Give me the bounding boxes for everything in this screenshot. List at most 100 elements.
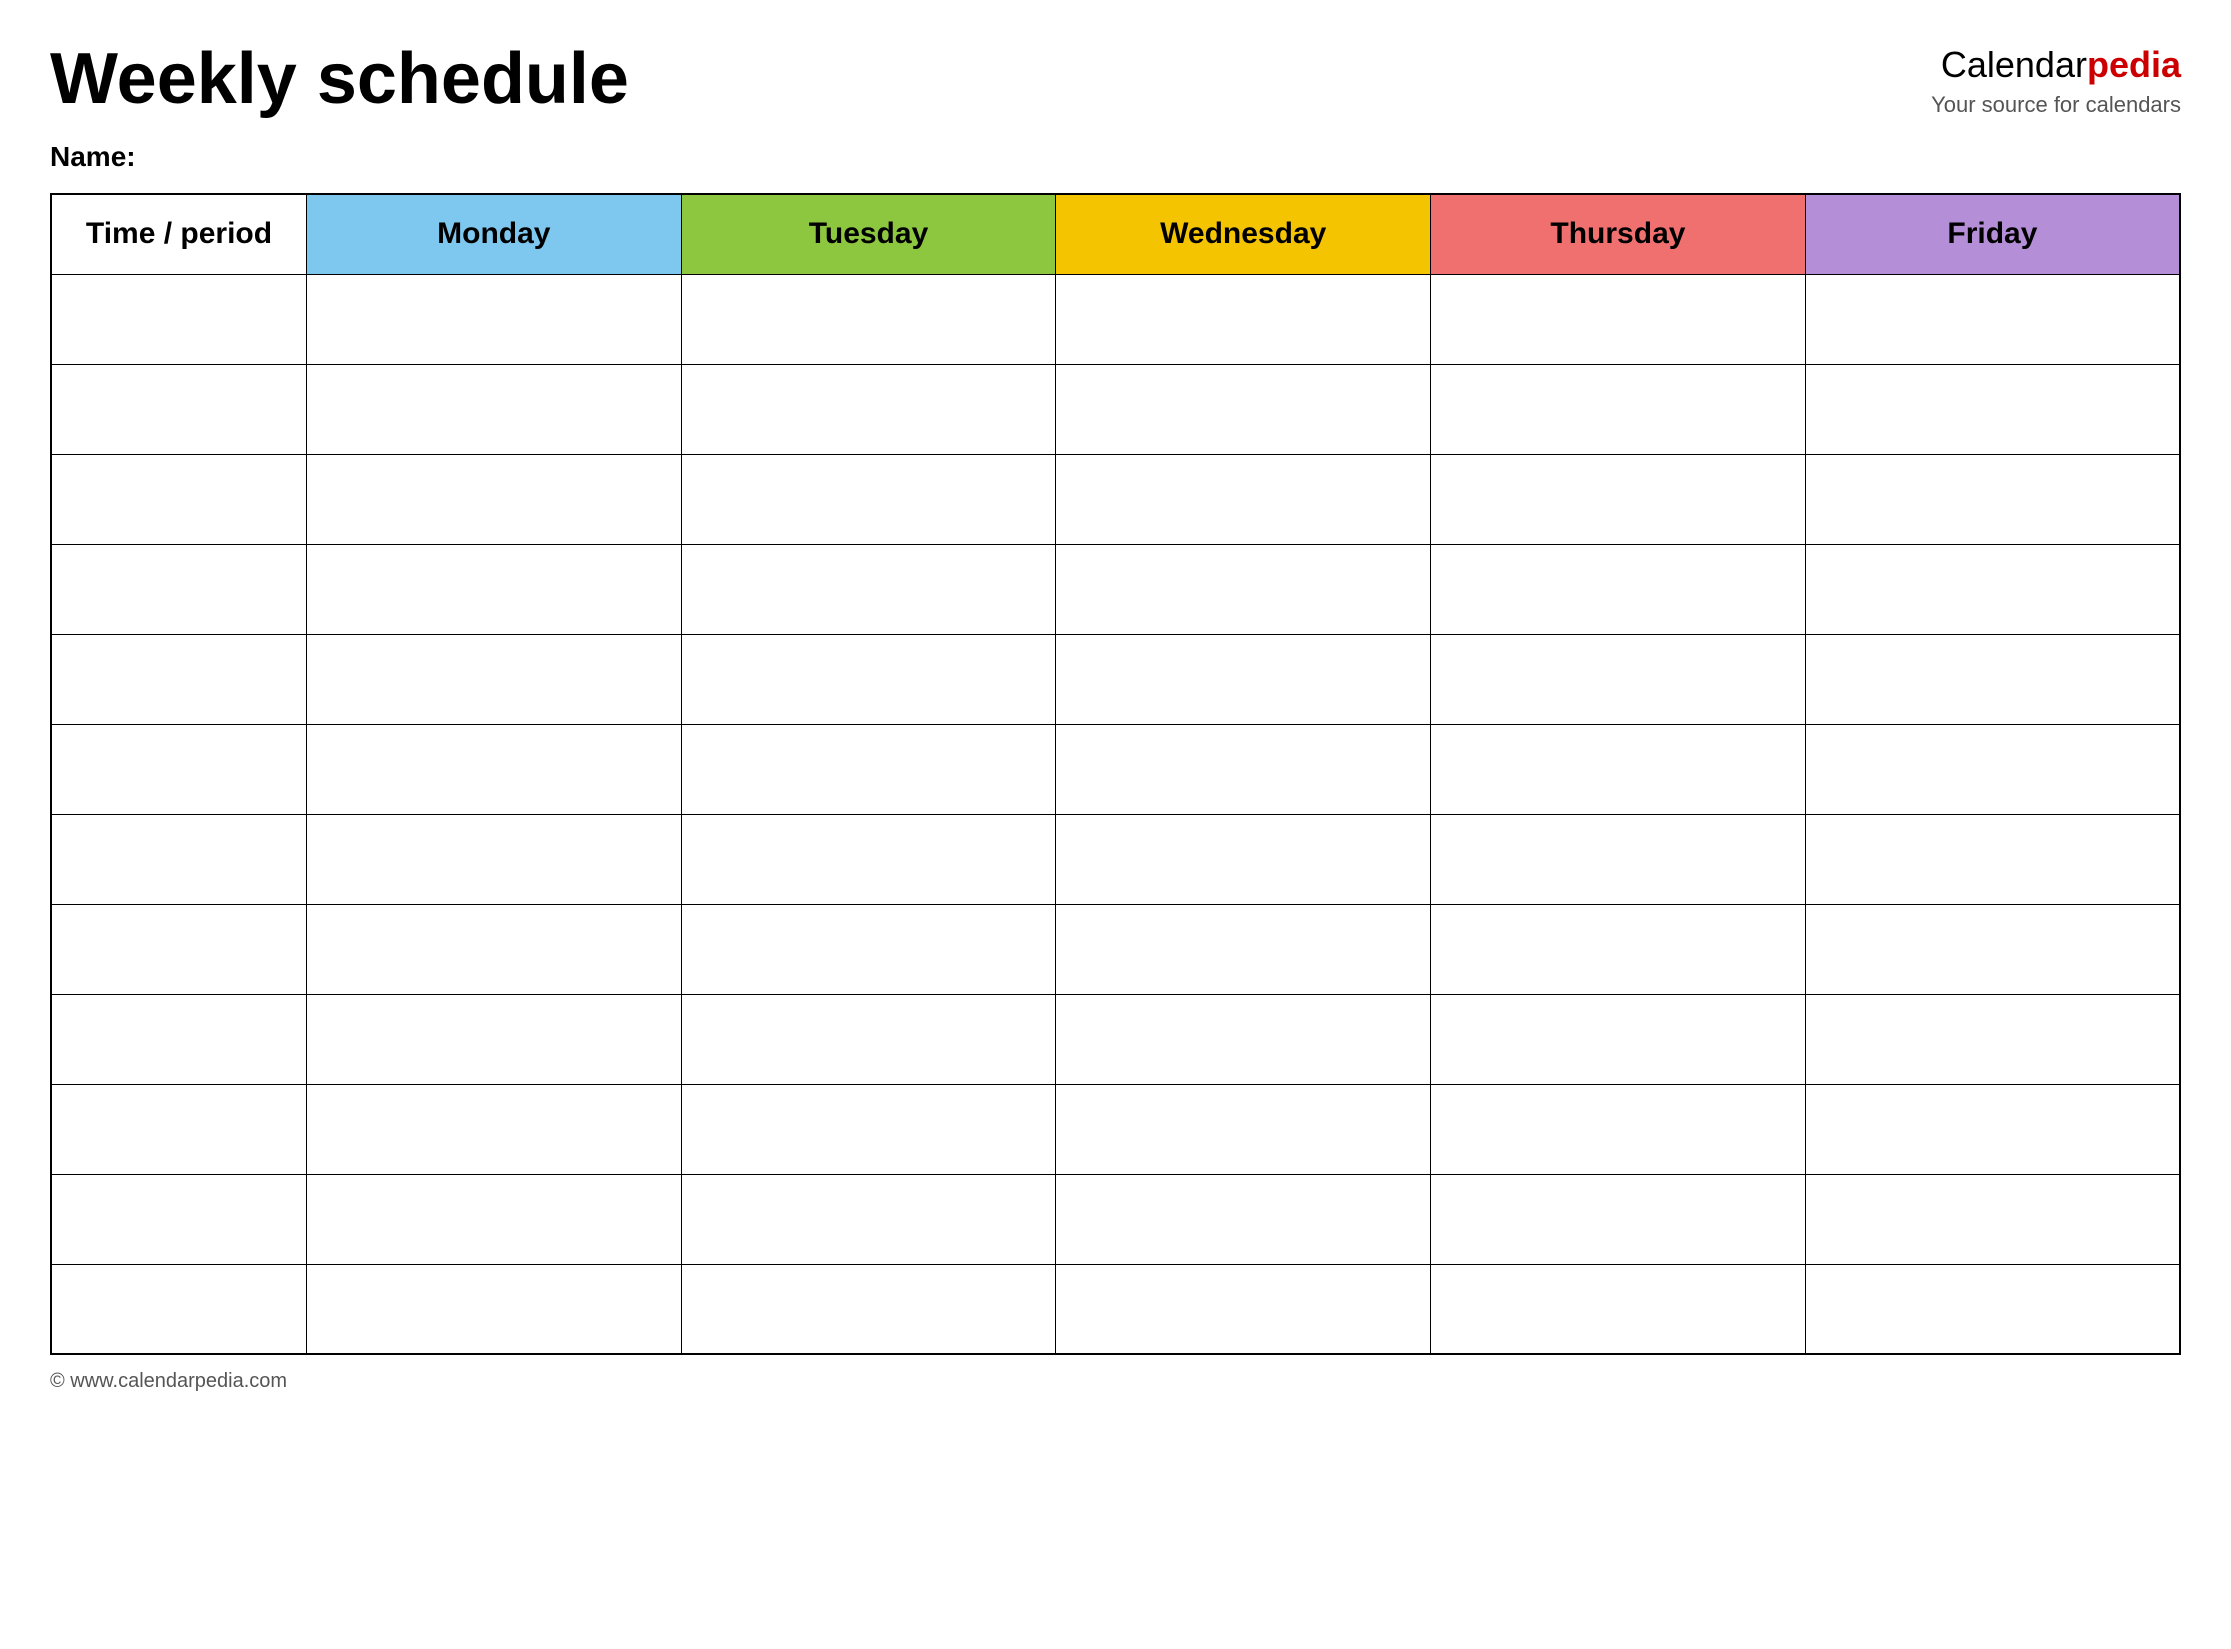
table-cell[interactable] [1431, 544, 1806, 634]
table-cell[interactable] [51, 1264, 306, 1354]
table-cell[interactable] [1805, 724, 2180, 814]
table-cell[interactable] [306, 544, 681, 634]
table-cell[interactable] [1805, 454, 2180, 544]
table-cell[interactable] [681, 544, 1056, 634]
table-cell[interactable] [1431, 454, 1806, 544]
table-cell[interactable] [1056, 634, 1431, 724]
table-cell[interactable] [681, 724, 1056, 814]
table-cell[interactable] [1056, 454, 1431, 544]
table-cell[interactable] [1805, 904, 2180, 994]
table-cell[interactable] [681, 454, 1056, 544]
table-cell[interactable] [681, 364, 1056, 454]
table-cell[interactable] [1805, 274, 2180, 364]
header-row: Time / period Monday Tuesday Wednesday T… [51, 194, 2180, 274]
table-cell[interactable] [1056, 364, 1431, 454]
table-cell[interactable] [1805, 364, 2180, 454]
table-cell[interactable] [681, 994, 1056, 1084]
table-cell[interactable] [681, 1084, 1056, 1174]
page-header: Weekly schedule Calendarpedia Your sourc… [50, 40, 2181, 121]
table-row [51, 364, 2180, 454]
header-time: Time / period [51, 194, 306, 274]
table-cell[interactable] [51, 994, 306, 1084]
table-cell[interactable] [681, 1264, 1056, 1354]
table-cell[interactable] [1056, 994, 1431, 1084]
table-row [51, 1174, 2180, 1264]
table-cell[interactable] [1805, 544, 2180, 634]
table-cell[interactable] [1431, 994, 1806, 1084]
table-cell[interactable] [306, 994, 681, 1084]
table-cell[interactable] [51, 634, 306, 724]
table-cell[interactable] [1431, 1084, 1806, 1174]
table-cell[interactable] [51, 544, 306, 634]
table-cell[interactable] [1431, 1174, 1806, 1264]
table-cell[interactable] [1805, 994, 2180, 1084]
table-cell[interactable] [306, 454, 681, 544]
table-row [51, 1264, 2180, 1354]
table-cell[interactable] [51, 1174, 306, 1264]
header-monday: Monday [306, 194, 681, 274]
brand-pedia-text: pedia [2087, 44, 2181, 85]
table-cell[interactable] [306, 814, 681, 904]
table-cell[interactable] [1056, 724, 1431, 814]
copyright-text: © www.calendarpedia.com [50, 1370, 287, 1392]
table-cell[interactable] [1805, 814, 2180, 904]
table-cell[interactable] [306, 274, 681, 364]
table-cell[interactable] [1431, 1264, 1806, 1354]
table-cell[interactable] [306, 1174, 681, 1264]
table-cell[interactable] [1056, 1174, 1431, 1264]
table-cell[interactable] [306, 724, 681, 814]
page-title: Weekly schedule [50, 40, 629, 119]
table-cell[interactable] [1056, 1084, 1431, 1174]
table-cell[interactable] [1056, 904, 1431, 994]
table-cell[interactable] [51, 814, 306, 904]
header-tuesday: Tuesday [681, 194, 1056, 274]
table-row [51, 544, 2180, 634]
table-cell[interactable] [51, 274, 306, 364]
table-cell[interactable] [681, 1174, 1056, 1264]
header-wednesday: Wednesday [1056, 194, 1431, 274]
table-cell[interactable] [1056, 1264, 1431, 1354]
table-cell[interactable] [1805, 1174, 2180, 1264]
footer: © www.calendarpedia.com [50, 1370, 2181, 1393]
table-cell[interactable] [1431, 364, 1806, 454]
header-friday: Friday [1805, 194, 2180, 274]
table-cell[interactable] [1805, 1084, 2180, 1174]
table-cell[interactable] [1805, 1264, 2180, 1354]
table-cell[interactable] [681, 814, 1056, 904]
table-cell[interactable] [306, 634, 681, 724]
brand-logo: Calendarpedia Your source for calendars [1931, 40, 2181, 121]
table-row [51, 274, 2180, 364]
table-row [51, 994, 2180, 1084]
table-cell[interactable] [306, 1264, 681, 1354]
table-cell[interactable] [1056, 544, 1431, 634]
brand-name: Calendarpedia [1931, 40, 2181, 90]
table-cell[interactable] [681, 904, 1056, 994]
table-cell[interactable] [1431, 634, 1806, 724]
table-cell[interactable] [51, 1084, 306, 1174]
table-cell[interactable] [306, 1084, 681, 1174]
table-body [51, 274, 2180, 1354]
brand-tagline: Your source for calendars [1931, 90, 2181, 121]
table-cell[interactable] [1056, 814, 1431, 904]
table-header: Time / period Monday Tuesday Wednesday T… [51, 194, 2180, 274]
table-cell[interactable] [681, 274, 1056, 364]
table-row [51, 814, 2180, 904]
table-cell[interactable] [1056, 274, 1431, 364]
table-cell[interactable] [1431, 904, 1806, 994]
table-row [51, 1084, 2180, 1174]
table-cell[interactable] [51, 904, 306, 994]
table-cell[interactable] [681, 634, 1056, 724]
name-label: Name: [50, 141, 2181, 173]
table-row [51, 904, 2180, 994]
table-cell[interactable] [306, 904, 681, 994]
table-cell[interactable] [51, 364, 306, 454]
table-cell[interactable] [51, 724, 306, 814]
table-cell[interactable] [1431, 814, 1806, 904]
table-cell[interactable] [1431, 724, 1806, 814]
table-cell[interactable] [306, 364, 681, 454]
brand-calendar-text: Calendar [1941, 44, 2087, 85]
schedule-table: Time / period Monday Tuesday Wednesday T… [50, 193, 2181, 1355]
table-cell[interactable] [51, 454, 306, 544]
table-cell[interactable] [1431, 274, 1806, 364]
table-cell[interactable] [1805, 634, 2180, 724]
